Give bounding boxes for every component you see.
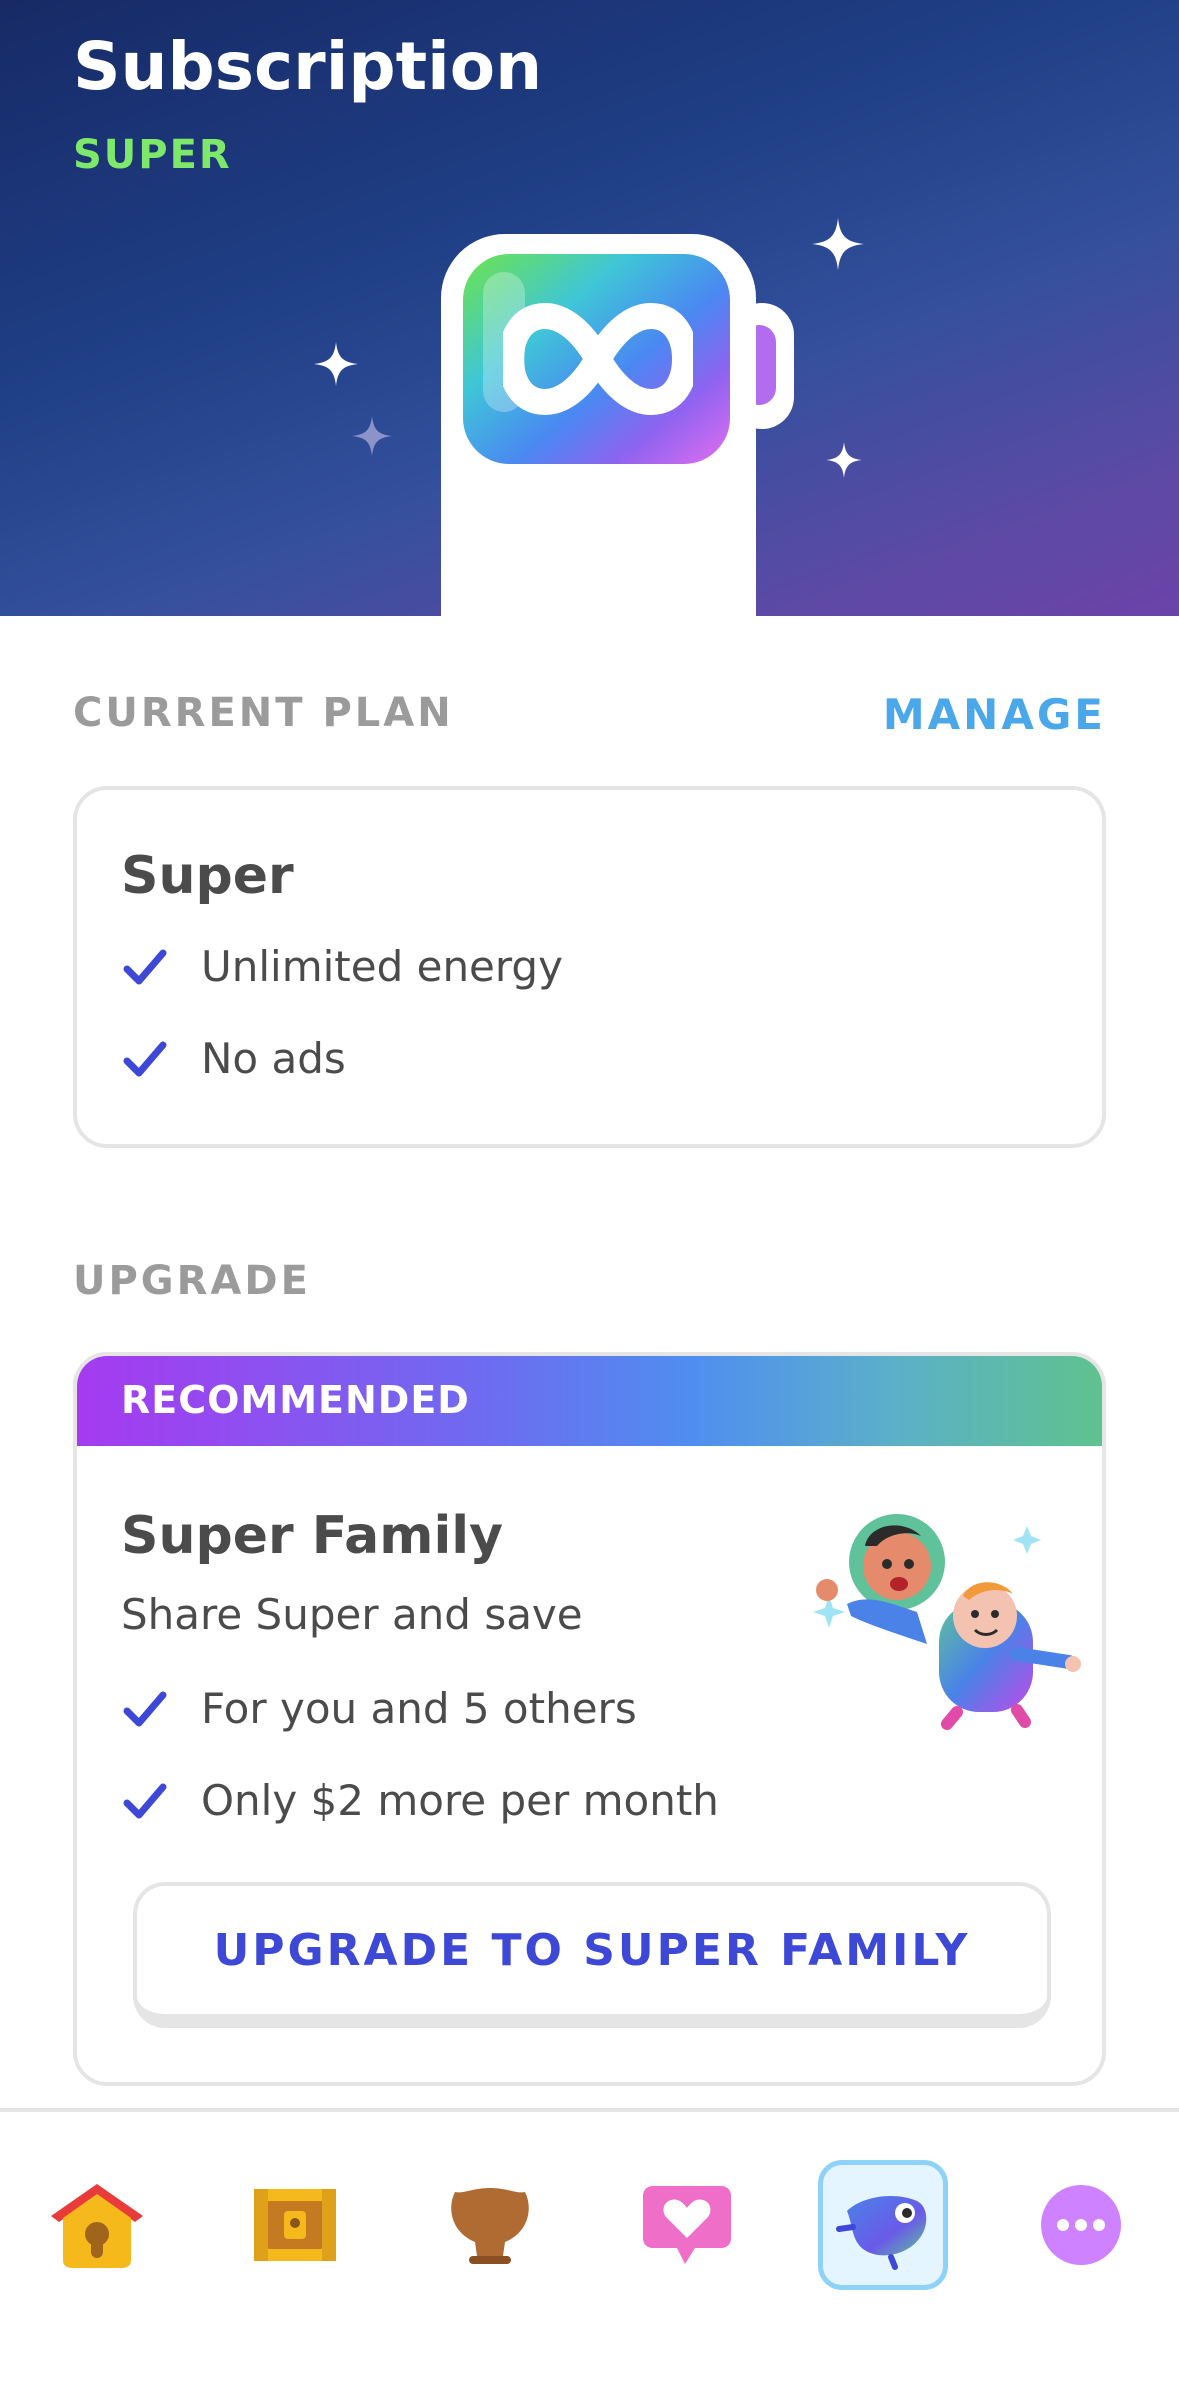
current-plan-heading: CURRENT PLAN bbox=[73, 690, 454, 736]
feature-label: Only $2 more per month bbox=[201, 1776, 719, 1825]
super-family-card: RECOMMENDED Super Family Share Super and… bbox=[73, 1352, 1106, 2086]
upgrade-heading: UPGRADE bbox=[73, 1258, 311, 1304]
feature-label: No ads bbox=[201, 1034, 346, 1083]
shield-league-icon bbox=[451, 2188, 529, 2264]
upgrade-button-label: UPGRADE TO SUPER FAMILY bbox=[213, 1924, 971, 1976]
manage-link[interactable]: MANAGE bbox=[883, 690, 1106, 739]
sparkle-icon bbox=[314, 342, 358, 386]
sparkle-icon bbox=[812, 218, 864, 270]
heart-chat-icon bbox=[643, 2186, 731, 2264]
plan-feature: No ads bbox=[121, 1034, 346, 1083]
family-plan-name: Super Family bbox=[121, 1506, 504, 1566]
subscription-tier: SUPER bbox=[73, 132, 232, 178]
feature-label: Unlimited energy bbox=[201, 942, 563, 991]
recommended-banner: RECOMMENDED bbox=[77, 1356, 1102, 1446]
home-icon bbox=[51, 2184, 143, 2268]
super-duo-icon bbox=[836, 2196, 927, 2270]
sparkle-icon bbox=[826, 442, 862, 478]
infinity-screen bbox=[463, 254, 730, 464]
infinity-icon bbox=[503, 303, 693, 415]
plan-name: Super bbox=[121, 846, 294, 906]
plan-feature: Only $2 more per month bbox=[121, 1776, 719, 1825]
recommended-badge: RECOMMENDED bbox=[121, 1378, 470, 1422]
check-icon bbox=[123, 949, 167, 984]
bottom-nav bbox=[0, 2108, 1179, 2396]
nav-leagues[interactable] bbox=[425, 2160, 555, 2290]
check-icon bbox=[123, 1783, 167, 1818]
more-icon bbox=[1041, 2185, 1121, 2265]
sparkle-icon bbox=[352, 416, 392, 456]
check-icon bbox=[123, 1691, 167, 1726]
nav-more[interactable] bbox=[1016, 2160, 1146, 2290]
current-plan-card: Super Unlimited energy No ads bbox=[73, 786, 1106, 1148]
check-icon bbox=[123, 1041, 167, 1076]
nav-home[interactable] bbox=[32, 2160, 162, 2290]
family-plan-subtitle: Share Super and save bbox=[121, 1590, 583, 1639]
plan-feature: For you and 5 others bbox=[121, 1684, 637, 1733]
hero-banner: Subscription SUPER bbox=[0, 0, 1179, 616]
nav-feed[interactable] bbox=[622, 2160, 752, 2290]
nav-chest[interactable] bbox=[230, 2160, 360, 2290]
upgrade-super-family-button[interactable]: UPGRADE TO SUPER FAMILY bbox=[133, 1882, 1051, 2028]
nav-super[interactable] bbox=[818, 2160, 948, 2290]
plan-feature: Unlimited energy bbox=[121, 942, 563, 991]
feature-label: For you and 5 others bbox=[201, 1684, 637, 1733]
chest-icon bbox=[254, 2189, 336, 2261]
page-title: Subscription bbox=[73, 28, 543, 105]
family-characters-illustration bbox=[813, 1514, 1081, 1730]
